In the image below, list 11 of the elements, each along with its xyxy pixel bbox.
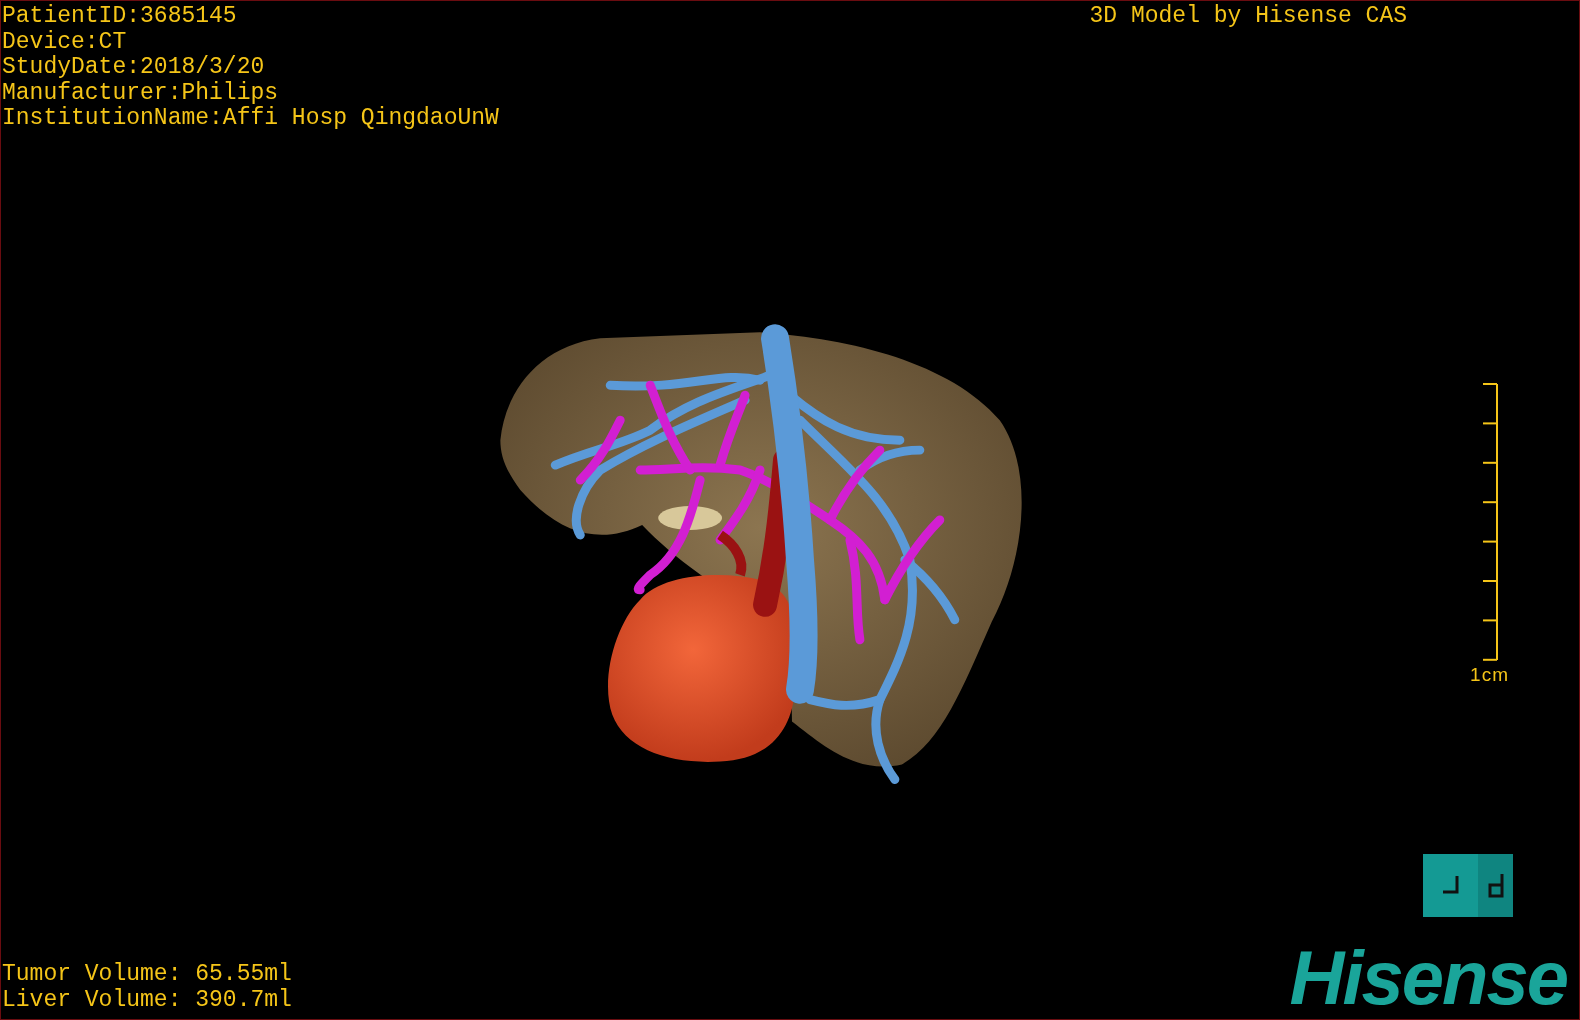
patient-info-line: PatientID:3685145: [2, 4, 238, 30]
patient-info-line: Manufacturer:Philips: [2, 80, 280, 106]
viewer-title: 3D Model by Hisense CAS: [1089, 4, 1407, 30]
volume-reading: Liver Volume: 390.7ml: [2, 987, 292, 1013]
scale-label: 1cm: [1470, 663, 1509, 686]
orientation-cube-icon: [1423, 854, 1513, 917]
patient-info-line: StudyDate:2018/3/20: [2, 55, 266, 81]
patient-info-line: InstitutionName:Affi Hosp QingdaoUnW: [2, 106, 499, 132]
volume-reading: Tumor Volume: 65.55ml: [2, 962, 292, 988]
patient-info-line: Device:CT: [2, 29, 128, 55]
brand-logo: Hisense: [1289, 943, 1568, 1013]
